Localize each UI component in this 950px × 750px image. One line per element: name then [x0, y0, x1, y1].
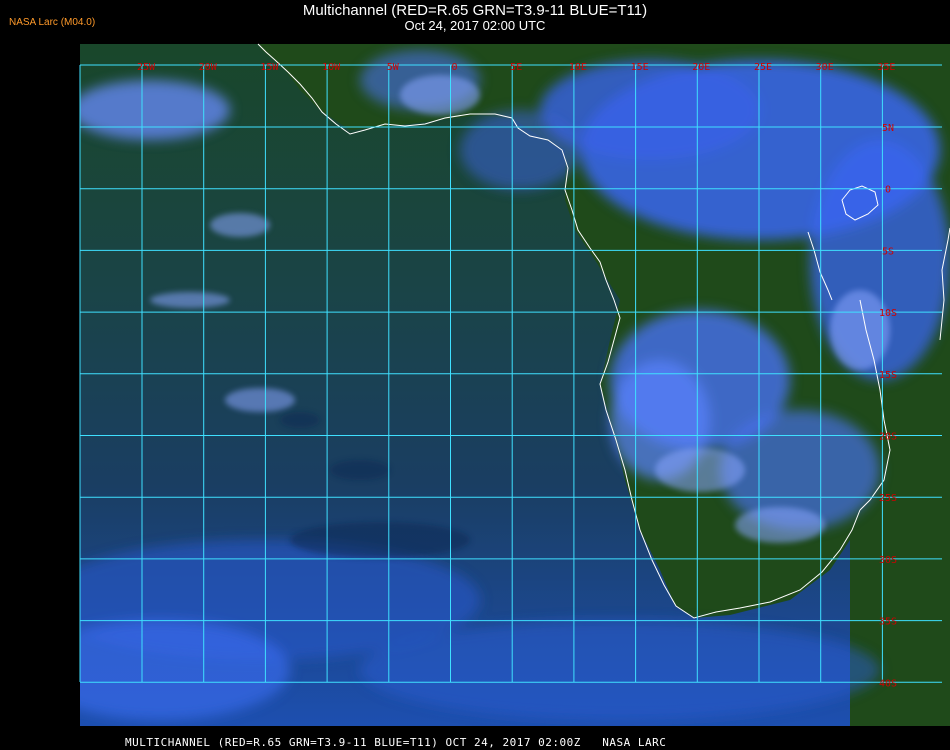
- longitude-label: 25E: [754, 62, 772, 73]
- latitude-label: 20S: [879, 432, 897, 443]
- latitude-label: 35S: [879, 617, 897, 628]
- longitude-label: 10W: [322, 62, 341, 73]
- longitude-label: 0: [451, 62, 457, 73]
- longitude-label: 15E: [631, 62, 649, 73]
- longitude-label: 20E: [692, 62, 710, 73]
- latitude-label: 5S: [882, 246, 894, 257]
- longitude-label: 10E: [569, 62, 587, 73]
- footer-caption: MULTICHANNEL (RED=R.65 GRN=T3.9-11 BLUE=…: [125, 736, 667, 749]
- latitude-label: 0: [885, 185, 891, 196]
- longitude-label: 30E: [816, 62, 834, 73]
- longitude-label: 5W: [387, 62, 400, 73]
- satellite-imagery: [80, 44, 950, 726]
- longitude-label: 20W: [199, 62, 218, 73]
- latitude-label: 25S: [879, 493, 897, 504]
- latitude-label: 10S: [879, 308, 897, 319]
- longitude-label: 25W: [137, 62, 156, 73]
- latitude-label: 15S: [879, 370, 897, 381]
- longitude-label: 15W: [260, 62, 279, 73]
- longitude-label: 5E: [510, 62, 522, 73]
- satellite-map[interactable]: 25W 20W 15W 10W 5W 0 5E 10E 15E 20E 25E 30E 35E 5N 0 5…: [0, 0, 950, 750]
- latitude-label: 30S: [879, 555, 897, 566]
- latitude-label: 40S: [879, 678, 897, 689]
- longitude-label: 35E: [877, 62, 895, 73]
- latitude-label: 5N: [882, 123, 894, 134]
